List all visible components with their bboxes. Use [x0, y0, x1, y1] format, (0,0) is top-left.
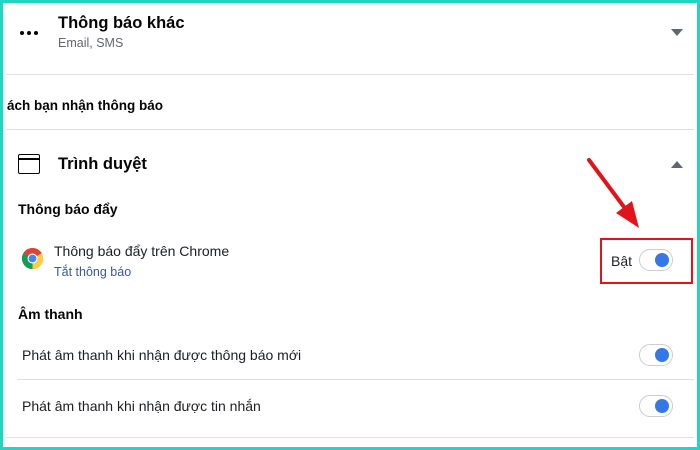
annotation-arrow	[587, 158, 639, 228]
notification-settings-panel: Thông báo khác Email, SMS ách bạn nhận t…	[0, 0, 700, 450]
